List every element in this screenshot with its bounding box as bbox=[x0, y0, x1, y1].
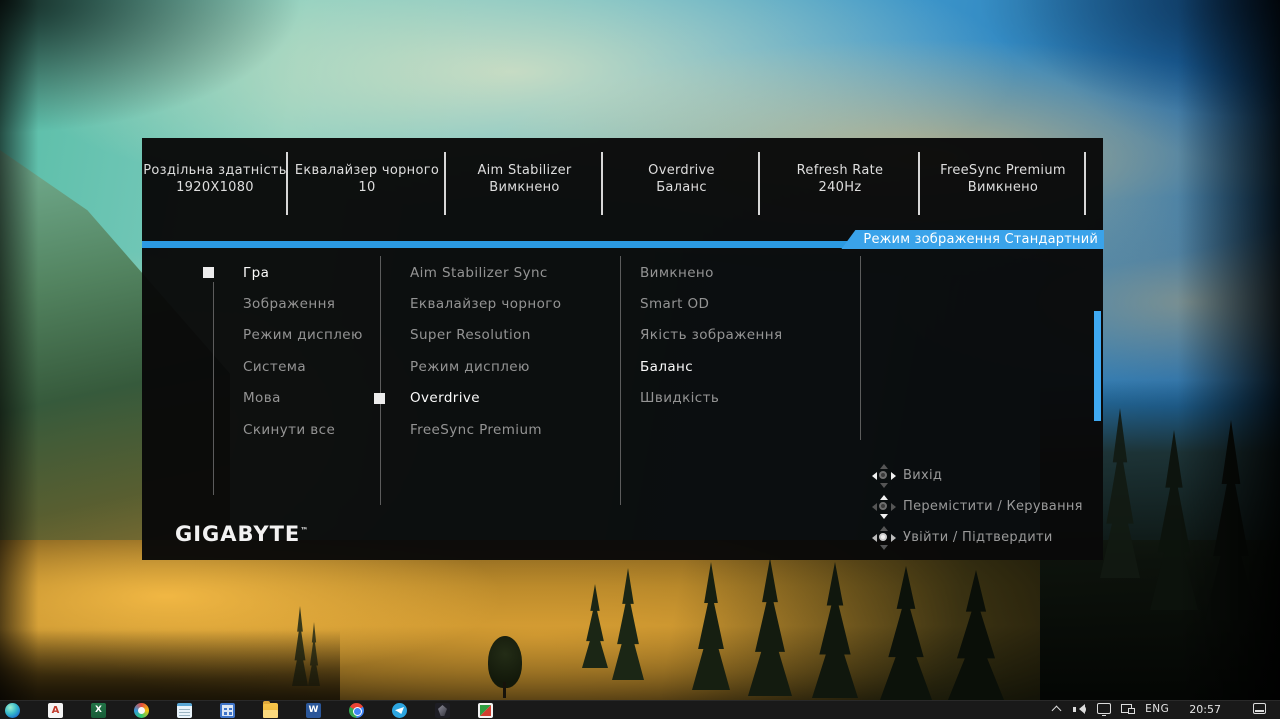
option-picture-quality[interactable]: Якість зображення bbox=[640, 320, 855, 351]
picture-mode-badge: Режим зображення Стандартний bbox=[841, 230, 1104, 249]
desktop: Роздільна здатність 1920X1080 Еквалайзер… bbox=[0, 0, 1280, 719]
status-black-equalizer: Еквалайзер чорного 10 bbox=[288, 138, 446, 241]
wallpaper-grass bbox=[0, 630, 340, 705]
control-hints: Вихід Перемістити / Керування Увійти / П… bbox=[873, 460, 1083, 553]
option-smart-od[interactable]: Smart OD bbox=[640, 288, 855, 319]
menu-item-picture[interactable]: Зображення bbox=[203, 288, 378, 319]
hint-exit: Вихід bbox=[873, 460, 1083, 491]
edge-icon[interactable] bbox=[5, 703, 20, 718]
osd-status-bar: Роздільна здатність 1920X1080 Еквалайзер… bbox=[142, 138, 1103, 241]
main-menu-column: Гра Зображення Режим дисплею Система Мов… bbox=[203, 257, 378, 445]
taskbar: ENG 20:57 bbox=[0, 700, 1280, 719]
option-speed[interactable]: Швидкість bbox=[640, 383, 855, 414]
pinwheel-media-app-icon[interactable] bbox=[478, 703, 493, 718]
menu-item-display-mode[interactable]: Режим дисплею bbox=[203, 320, 378, 351]
hidden-icons-chevron-icon[interactable] bbox=[1050, 703, 1062, 715]
submenu-item-super-resolution[interactable]: Super Resolution bbox=[374, 320, 614, 351]
notepad-icon[interactable] bbox=[177, 703, 192, 718]
options-column: Вимкнено Smart OD Якість зображення Бала… bbox=[640, 257, 855, 414]
excel-icon[interactable] bbox=[91, 703, 106, 718]
status-freesync: FreeSync Premium Вимкнено bbox=[920, 138, 1086, 241]
screencast-icon[interactable] bbox=[1097, 703, 1111, 714]
joystick-enter-icon bbox=[873, 527, 895, 549]
calculator-icon[interactable] bbox=[220, 703, 235, 718]
tree-silhouette bbox=[488, 636, 522, 688]
hint-move: Перемістити / Керування bbox=[873, 491, 1083, 522]
language-indicator[interactable]: ENG bbox=[1145, 703, 1169, 716]
word-icon[interactable] bbox=[306, 703, 321, 718]
scroll-indicator[interactable] bbox=[1094, 311, 1101, 421]
submenu-column: Aim Stabilizer Sync Еквалайзер чорного S… bbox=[374, 257, 614, 445]
status-resolution: Роздільна здатність 1920X1080 bbox=[142, 138, 288, 241]
option-balance[interactable]: Баланс bbox=[640, 351, 855, 382]
selection-marker-icon bbox=[374, 393, 385, 404]
column-divider bbox=[860, 256, 861, 440]
menu-item-language[interactable]: Мова bbox=[203, 383, 378, 414]
telegram-icon[interactable] bbox=[392, 703, 407, 718]
menu-item-game[interactable]: Гра bbox=[203, 257, 378, 288]
chrome-icon[interactable] bbox=[349, 703, 364, 718]
taskbar-clock[interactable]: 20:57 bbox=[1189, 703, 1221, 716]
column-divider bbox=[620, 256, 621, 505]
menu-item-reset-all[interactable]: Скинути все bbox=[203, 414, 378, 445]
hint-enter: Увійти / Підтвердити bbox=[873, 522, 1083, 553]
status-overdrive: Overdrive Баланс bbox=[603, 138, 760, 241]
joystick-exit-icon bbox=[873, 465, 895, 487]
submenu-item-freesync-premium[interactable]: FreeSync Premium bbox=[374, 414, 614, 445]
submenu-item-black-equalizer[interactable]: Еквалайзер чорного bbox=[374, 288, 614, 319]
dark-diamond-app-icon[interactable] bbox=[435, 703, 450, 718]
header-spacer bbox=[1086, 138, 1103, 241]
file-explorer-icon[interactable] bbox=[263, 703, 278, 718]
joystick-move-icon bbox=[873, 496, 895, 518]
osd-panel: Роздільна здатність 1920X1080 Еквалайзер… bbox=[142, 138, 1103, 560]
system-tray: ENG 20:57 bbox=[1050, 701, 1280, 716]
submenu-item-aim-stabilizer-sync[interactable]: Aim Stabilizer Sync bbox=[374, 257, 614, 288]
submenu-item-overdrive[interactable]: Overdrive bbox=[374, 383, 614, 414]
selection-marker-icon bbox=[203, 267, 214, 278]
option-off[interactable]: Вимкнено bbox=[640, 257, 855, 288]
taskbar-pinned-apps bbox=[0, 701, 493, 718]
action-center-icon[interactable] bbox=[1253, 703, 1266, 714]
menu-item-system[interactable]: Система bbox=[203, 351, 378, 382]
paint-icon[interactable] bbox=[134, 703, 149, 718]
speaker-icon[interactable] bbox=[1072, 703, 1087, 716]
wordpad-icon[interactable] bbox=[48, 703, 63, 718]
divider bbox=[1084, 152, 1086, 215]
ethernet-icon[interactable] bbox=[1121, 703, 1135, 714]
status-refresh-rate: Refresh Rate 240Hz bbox=[760, 138, 920, 241]
gigabyte-logo: GIGABYTE™ bbox=[175, 522, 308, 546]
submenu-item-display-mode[interactable]: Режим дисплею bbox=[374, 351, 614, 382]
status-aim-stabilizer: Aim Stabilizer Вимкнено bbox=[446, 138, 603, 241]
